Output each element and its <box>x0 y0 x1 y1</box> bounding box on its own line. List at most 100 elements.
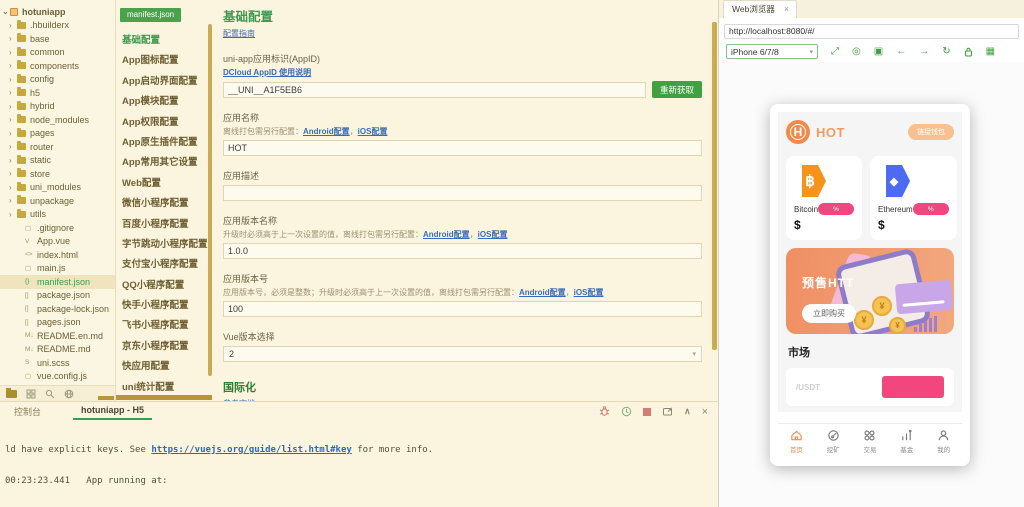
section-item[interactable]: 百度小程序配置 <box>116 215 213 235</box>
android-config-link[interactable]: Android配置 <box>303 127 350 136</box>
tree-file[interactable]: S uni.scss <box>0 356 115 370</box>
tree-folder[interactable]: config <box>0 73 115 87</box>
tree-folder[interactable]: h5 <box>0 86 115 100</box>
refresh-appid-button[interactable]: 重新获取 <box>652 81 702 98</box>
globe-icon[interactable] <box>64 389 74 399</box>
tree-folder[interactable]: common <box>0 46 115 60</box>
section-item-active[interactable]: 基础配置 <box>116 31 213 51</box>
tab-manifest-json[interactable]: manifest.json <box>120 8 181 22</box>
tree-root-project[interactable]: hotuniapp <box>0 5 115 19</box>
section-item[interactable]: QQ小程序配置 <box>116 276 213 296</box>
log-link[interactable]: https://vuejs.org/guide/list.html#key <box>151 445 351 455</box>
device-select[interactable]: iPhone 6/7/8▾ <box>726 44 818 59</box>
tree-file-selected[interactable]: {} manifest.json <box>0 275 115 289</box>
stop-icon[interactable] <box>643 408 651 416</box>
buy-now-button[interactable]: 立即购买 <box>802 304 856 323</box>
section-item[interactable]: App模块配置 <box>116 92 213 112</box>
collapse-panel-icon[interactable]: ∧ <box>684 406 691 417</box>
tree-folder[interactable]: hybrid <box>0 100 115 114</box>
ios-config-link[interactable]: iOS配置 <box>358 127 388 136</box>
android-config-link[interactable]: Android配置 <box>423 230 470 239</box>
tree-file[interactable]: M↓ README.en.md <box>0 329 115 343</box>
refresh-icon[interactable]: ↻ <box>942 47 950 57</box>
tree-folder[interactable]: pages <box>0 127 115 141</box>
version-code-input[interactable] <box>223 301 702 317</box>
tab-profile[interactable]: 我的 <box>925 424 962 458</box>
section-item[interactable]: 快应用配置 <box>116 357 213 377</box>
plugin-view-icon[interactable] <box>26 389 36 399</box>
url-input[interactable] <box>724 24 1019 39</box>
ethereum-card[interactable]: ◆ Ethereum % $ <box>870 156 957 240</box>
tree-file[interactable]: V App.vue <box>0 235 115 249</box>
settings-icon[interactable]: ◎ <box>852 47 861 57</box>
horizontal-scrollbar[interactable] <box>116 395 212 400</box>
screenshot-icon[interactable]: ▣ <box>874 47 883 57</box>
appid-input[interactable] <box>223 82 646 98</box>
vue-version-select[interactable]: 2▾ <box>223 346 702 362</box>
tree-file[interactable]: [] package.json <box>0 289 115 303</box>
tab-trade[interactable]: 交易 <box>852 424 889 458</box>
forward-icon[interactable]: → <box>919 47 929 57</box>
close-panel-icon[interactable]: × <box>702 406 708 418</box>
section-item[interactable]: 京东小程序配置 <box>116 337 213 357</box>
version-name-input[interactable] <box>223 243 702 259</box>
section-item[interactable]: App常用其它设置 <box>116 153 213 173</box>
tree-folder[interactable]: .hbuilderx <box>0 19 115 33</box>
search-icon[interactable] <box>45 389 55 399</box>
presale-banner[interactable]: ¥ ¥ ¥ 预售HTT 立即购买 <box>786 248 954 334</box>
tree-file[interactable]: [] pages.json <box>0 316 115 330</box>
back-icon[interactable]: ← <box>896 47 906 57</box>
market-row[interactable]: /USDT <box>786 368 954 406</box>
tree-file[interactable]: [] package-lock.json <box>0 302 115 316</box>
tree-folder[interactable]: router <box>0 140 115 154</box>
debug-bug-icon[interactable] <box>599 406 610 417</box>
ios-config-link[interactable]: iOS配置 <box>478 230 508 239</box>
tree-folder[interactable]: base <box>0 32 115 46</box>
vertical-scrollbar[interactable] <box>712 22 717 350</box>
section-item[interactable]: App原生插件配置 <box>116 133 213 153</box>
section-item[interactable]: App图标配置 <box>116 51 213 71</box>
tree-folder[interactable]: store <box>0 167 115 181</box>
tree-folder[interactable]: utils <box>0 208 115 222</box>
tree-file[interactable]: M↓ README.md <box>0 343 115 357</box>
tab-mining[interactable]: 挖矿 <box>815 424 852 458</box>
section-item[interactable]: 快手小程序配置 <box>116 296 213 316</box>
lock-icon[interactable] <box>964 47 973 57</box>
trade-button[interactable] <box>882 376 944 398</box>
section-item[interactable]: 飞书小程序配置 <box>116 316 213 336</box>
tree-file[interactable]: ▢ .gitignore <box>0 221 115 235</box>
section-item[interactable]: 微信小程序配置 <box>116 194 213 214</box>
tree-file[interactable]: ▢ vue.config.js <box>0 370 115 384</box>
connect-wallet-button[interactable]: 链接钱包 <box>908 124 954 140</box>
horizontal-scrollbar[interactable] <box>98 396 114 400</box>
section-item[interactable]: 支付宝小程序配置 <box>116 255 213 275</box>
tree-folder[interactable]: uni_modules <box>0 181 115 195</box>
browser-tab[interactable]: Web浏览器× <box>723 0 797 18</box>
console-tab[interactable]: hotuniapp - H5 <box>73 403 152 420</box>
app-name-input[interactable] <box>223 140 702 156</box>
open-window-icon[interactable] <box>662 406 673 417</box>
tree-folder[interactable]: unpackage <box>0 194 115 208</box>
android-config-link[interactable]: Android配置 <box>519 288 566 297</box>
tab-fund[interactable]: 基金 <box>888 424 925 458</box>
ios-config-link[interactable]: iOS配置 <box>574 288 604 297</box>
tree-folder[interactable]: node_modules <box>0 113 115 127</box>
app-desc-input[interactable] <box>223 185 702 201</box>
config-guide-link[interactable]: 配置指南 <box>223 29 255 38</box>
section-item[interactable]: App权限配置 <box>116 113 213 133</box>
section-item[interactable]: App启动界面配置 <box>116 72 213 92</box>
tab-home[interactable]: 首页 <box>778 424 815 458</box>
inspect-icon[interactable]: ⤢ <box>831 47 839 57</box>
tree-file[interactable]: <> index.html <box>0 248 115 262</box>
tree-folder[interactable]: components <box>0 59 115 73</box>
close-icon[interactable]: × <box>784 5 789 13</box>
history-clock-icon[interactable] <box>621 406 632 417</box>
qrcode-icon[interactable]: ▦ <box>986 47 995 57</box>
section-item[interactable]: Web配置 <box>116 174 213 194</box>
tree-file[interactable]: ▢ main.js <box>0 262 115 276</box>
files-view-icon[interactable] <box>6 390 17 398</box>
bitcoin-card[interactable]: ฿ Bitcoin % $ <box>786 156 862 240</box>
section-item[interactable]: 字节跳动小程序配置 <box>116 235 213 255</box>
vertical-scrollbar[interactable] <box>208 24 212 376</box>
tree-folder[interactable]: static <box>0 154 115 168</box>
